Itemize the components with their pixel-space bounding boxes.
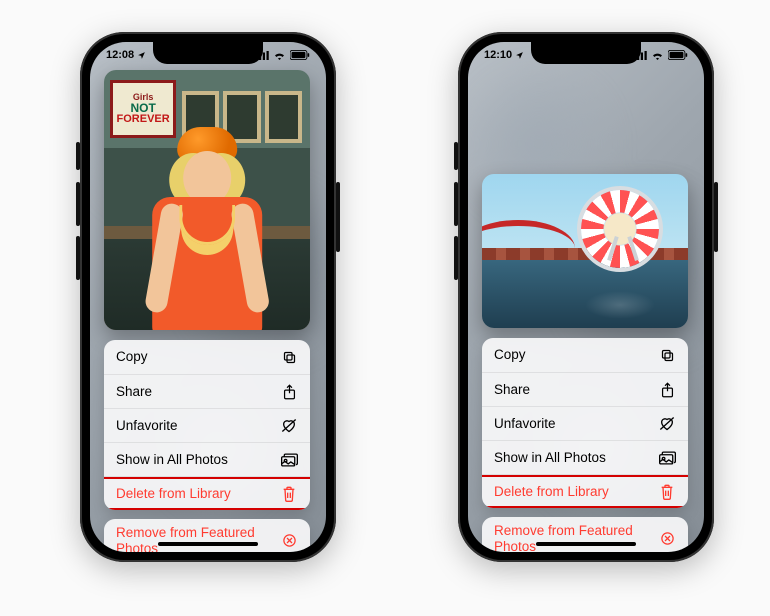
photo-stack-icon <box>658 451 676 465</box>
context-menu: Copy Share Unfavorite <box>482 338 688 552</box>
menu-item-remove-from-featured[interactable]: Remove from Featured Photos <box>482 517 688 552</box>
menu-label: Show in All Photos <box>494 450 658 466</box>
side-button <box>336 182 340 252</box>
wall-frame <box>265 91 302 143</box>
notch <box>531 42 641 64</box>
photo-stack-icon <box>280 453 298 467</box>
ferris-wheel-supports <box>603 236 643 261</box>
menu-label: Delete from Library <box>116 486 280 502</box>
menu-label: Show in All Photos <box>116 452 280 468</box>
wifi-icon <box>273 51 286 60</box>
trash-icon <box>280 486 298 502</box>
copy-icon <box>658 348 676 363</box>
menu-item-unfavorite[interactable]: Unfavorite <box>482 406 688 440</box>
wifi-icon <box>651 51 664 60</box>
heart-slash-icon <box>280 418 298 433</box>
menu-label: Remove from Featured Photos <box>116 525 280 552</box>
heart-slash-icon <box>658 416 676 431</box>
menu-item-delete-from-library[interactable]: Delete from Library <box>104 476 310 510</box>
menu-item-show-all-photos[interactable]: Show in All Photos <box>104 442 310 476</box>
share-icon <box>280 384 298 400</box>
menu-label: Unfavorite <box>116 418 280 434</box>
photo-preview[interactable] <box>482 174 688 328</box>
photo-content-person: Girls NOT FOREVER <box>104 70 310 330</box>
remove-circle-icon <box>658 531 676 546</box>
copy-icon <box>280 350 298 365</box>
photo-preview[interactable]: Girls NOT FOREVER <box>104 70 310 330</box>
menu-item-copy[interactable]: Copy <box>482 338 688 372</box>
mute-switch <box>76 142 80 170</box>
remove-circle-icon <box>280 533 298 548</box>
volume-down <box>454 236 458 280</box>
menu-item-delete-from-library[interactable]: Delete from Library <box>482 474 688 508</box>
screenshot-stage: 12:08 <box>0 0 770 616</box>
menu-label: Share <box>494 382 658 398</box>
volume-up <box>76 182 80 226</box>
battery-icon <box>290 50 310 60</box>
screen-right: 12:10 <box>468 42 704 552</box>
trash-icon <box>658 484 676 500</box>
menu-group-secondary: Remove from Featured Photos <box>482 517 688 552</box>
location-icon <box>515 51 524 60</box>
person-figure <box>145 127 269 330</box>
side-button <box>714 182 718 252</box>
menu-item-show-all-photos[interactable]: Show in All Photos <box>482 440 688 474</box>
menu-item-share[interactable]: Share <box>482 372 688 406</box>
status-time: 12:10 <box>484 49 512 61</box>
iphone-left: 12:08 <box>80 32 336 562</box>
menu-group-secondary: Remove from Featured Photos <box>104 519 310 552</box>
menu-label: Remove from Featured Photos <box>494 523 658 552</box>
battery-icon <box>668 50 688 60</box>
menu-item-copy[interactable]: Copy <box>104 340 310 374</box>
photo-content-ferris-wheel <box>482 174 688 328</box>
menu-label: Unfavorite <box>494 416 658 432</box>
menu-item-remove-from-featured[interactable]: Remove from Featured Photos <box>104 519 310 552</box>
screen-left: 12:08 <box>90 42 326 552</box>
context-menu: Copy Share Unfavorite <box>104 340 310 552</box>
menu-label: Delete from Library <box>494 484 658 500</box>
home-indicator[interactable] <box>158 542 258 546</box>
location-icon <box>137 51 146 60</box>
home-indicator[interactable] <box>536 542 636 546</box>
menu-group-primary: Copy Share Unfavorite <box>482 338 688 508</box>
volume-down <box>76 236 80 280</box>
water-reflection <box>585 291 655 319</box>
menu-label: Share <box>116 384 280 400</box>
menu-label: Copy <box>494 347 658 363</box>
notch <box>153 42 263 64</box>
mute-switch <box>454 142 458 170</box>
menu-label: Copy <box>116 349 280 365</box>
menu-item-share[interactable]: Share <box>104 374 310 408</box>
menu-group-primary: Copy Share Unfavorite <box>104 340 310 510</box>
share-icon <box>658 382 676 398</box>
status-time: 12:08 <box>106 49 134 61</box>
menu-item-unfavorite[interactable]: Unfavorite <box>104 408 310 442</box>
iphone-right: 12:10 <box>458 32 714 562</box>
volume-up <box>454 182 458 226</box>
